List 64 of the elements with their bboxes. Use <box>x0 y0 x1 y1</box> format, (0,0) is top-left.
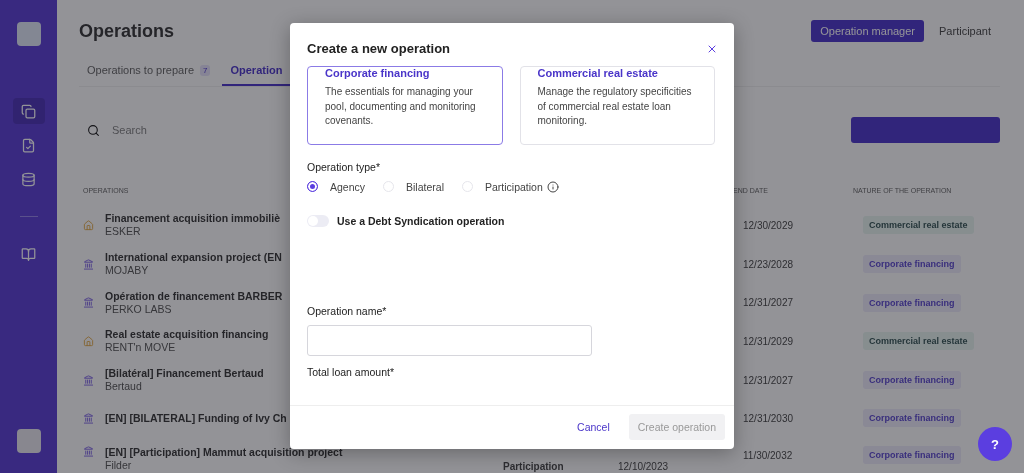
company-name: Bertaud <box>105 380 142 394</box>
bank-icon <box>83 374 94 386</box>
field-label: Operation type* <box>307 160 381 173</box>
operation-name[interactable]: [EN] [BILATERAL] Funding of Ivy Ch <box>105 411 287 425</box>
role-toggle-button[interactable]: Participant <box>930 20 1000 42</box>
operation-name[interactable]: International expansion project (EN <box>105 251 282 265</box>
info-icon[interactable] <box>546 180 559 193</box>
user-avatar[interactable] <box>16 429 41 453</box>
end-date: 11/30/2032 <box>743 449 794 461</box>
help-button[interactable]: ? <box>978 427 1012 461</box>
book-icon <box>21 246 36 262</box>
operation-name-field[interactable] <box>307 324 592 356</box>
table-cell-text: 12/10/2023 <box>618 460 670 473</box>
house-icon <box>83 335 94 347</box>
app-logo[interactable] <box>16 22 41 46</box>
company-name: PERKO LABS <box>105 302 172 316</box>
bank-icon <box>83 412 94 424</box>
operation-name[interactable]: Opération de financement BARBER <box>105 289 283 303</box>
nature-tag: Commercial real estate <box>863 216 974 235</box>
nature-tag: Commercial real estate <box>863 332 974 351</box>
end-date: 12/30/2029 <box>743 219 795 231</box>
operation-name[interactable]: [Bilatéral] Financement Bertaud <box>105 367 264 381</box>
nature-tag: Corporate financing <box>863 446 961 465</box>
stacked-squares-icon <box>21 103 36 119</box>
role-toggle-button[interactable]: Operation manager <box>811 20 924 42</box>
nature-tag: Corporate financing <box>863 409 961 428</box>
bank-icon <box>83 258 94 270</box>
page-title: Operations <box>79 20 175 42</box>
search-icon <box>87 123 100 137</box>
company-name: Filder <box>105 459 132 473</box>
field-label: Total loan amount* <box>307 365 395 378</box>
operation-name[interactable]: [EN] [Participation] Mammut acquisition project <box>105 446 343 460</box>
nature-tag: Corporate financing <box>863 293 961 312</box>
end-date: 12/31/2029 <box>743 335 795 347</box>
database-icon <box>21 171 36 187</box>
tab[interactable]: Operations to prepare 7 <box>79 58 219 86</box>
operation-name[interactable]: Real estate acquisition financing <box>105 328 269 342</box>
count-badge: 7 <box>200 64 211 76</box>
company-name: ESKER <box>105 225 141 239</box>
operations-nav-button[interactable] <box>12 98 45 124</box>
toggle-label: Use a Debt Syndication operation <box>337 214 505 227</box>
bank-icon <box>83 297 94 309</box>
search-field[interactable]: Search <box>110 123 290 137</box>
end-date: 12/31/2027 <box>743 297 795 309</box>
company-name: RENT'n MOVE <box>105 341 176 355</box>
bank-icon <box>83 446 94 458</box>
operation-nature-card[interactable]: Commercial real estate Manage the regulatory specificities of commercial real estate loan monitoring. <box>519 66 715 145</box>
cancel-button[interactable]: Cancel <box>568 414 619 440</box>
field-label: Operation name* <box>307 304 388 317</box>
company-name: MOJABY <box>105 264 149 278</box>
radio-option[interactable]: Participation <box>461 180 551 193</box>
house-icon <box>83 219 94 231</box>
dialog-title: Create a new operation <box>307 41 451 56</box>
table-cell-text: Participation <box>503 460 565 473</box>
end-date: 12/23/2028 <box>743 258 795 270</box>
radio-option[interactable]: Agency <box>307 180 374 193</box>
operation-name[interactable]: Financement acquisition immobiliè <box>105 212 281 226</box>
nature-tag: Corporate financing <box>863 371 961 390</box>
radio-option[interactable]: Bilateral <box>383 180 452 193</box>
document-check-icon <box>21 137 36 153</box>
end-date: 12/31/2027 <box>743 374 795 386</box>
operation-nature-card[interactable]: Corporate financing The essentials for managing your pool, documenting and monitoring covenants. <box>307 66 503 145</box>
nature-tag: Corporate financing <box>863 255 961 274</box>
end-date: 12/31/2030 <box>743 412 795 424</box>
